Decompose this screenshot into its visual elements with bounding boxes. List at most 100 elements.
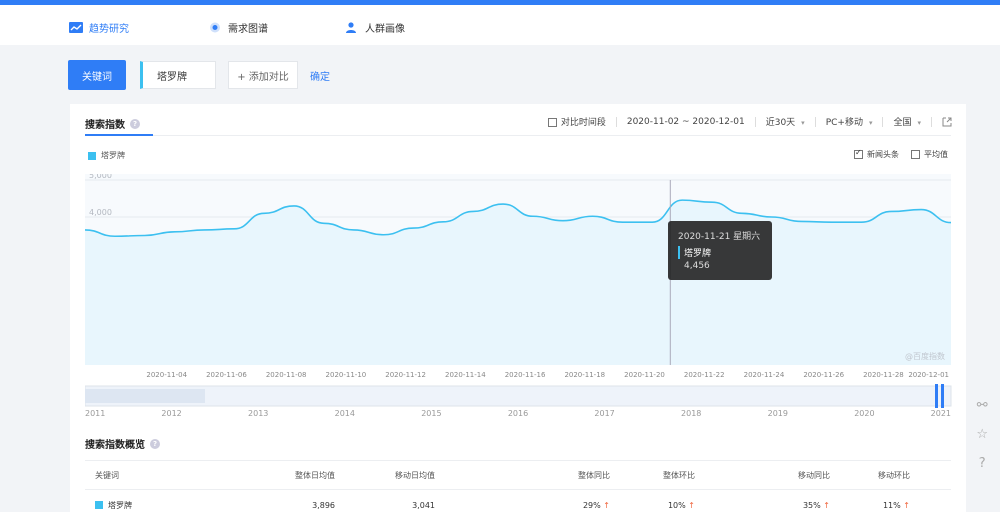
help-icon[interactable]: ?: [130, 118, 140, 129]
average-label: 平均值: [924, 150, 948, 159]
keyword-text: 塔罗牌: [108, 500, 132, 510]
keyword-input[interactable]: 塔罗牌: [140, 61, 216, 89]
x-tick-label: 2020-11-28: [863, 371, 904, 379]
search-bar: 关键词 塔罗牌 + 添加对比 确定: [68, 60, 330, 90]
keyword-cell: 塔罗牌: [85, 500, 275, 511]
search-index-panel: 搜索指数 ? 对比时间段 2020-11-02 ~ 2020-12-01 近30…: [70, 104, 966, 512]
star-icon[interactable]: ☆: [976, 427, 988, 442]
timeline-year-label: 2011: [85, 409, 105, 418]
x-tick-label: 2020-11-24: [744, 371, 785, 379]
mobile-mom-cell: 11% ↑: [830, 501, 910, 510]
tooltip-date: 2020-11-21 星期六: [678, 232, 761, 242]
region-value: 全国: [893, 118, 912, 128]
tooltip-value: 4,456: [684, 261, 710, 271]
add-compare-button[interactable]: + 添加对比: [228, 61, 298, 89]
export-icon[interactable]: [942, 117, 952, 127]
timeline-history: [85, 389, 205, 403]
chevron-down-icon: ▾: [868, 119, 873, 127]
x-tick-label: 2020-11-26: [803, 371, 844, 379]
header-cell: 整体日均值: [295, 470, 335, 480]
title-underline: [85, 134, 153, 136]
keyword-button[interactable]: 关键词: [68, 60, 126, 90]
device-value: PC+移动: [825, 118, 863, 128]
x-tick-label: 2020-12-01: [908, 371, 949, 379]
mobile-yoy-value: 35%: [802, 500, 821, 510]
overview-table: 关键词 整体日均值 移动日均值 整体同比 整体环比 移动同比 移动环比 塔罗牌 …: [85, 460, 951, 512]
nav-trend-research[interactable]: 趋势研究: [69, 20, 129, 35]
timeline-year-label: 2015: [421, 409, 441, 418]
header-cell: 移动日均值: [395, 470, 435, 480]
header-cell: 移动同比: [798, 470, 830, 480]
timeline-handle-right: [941, 384, 944, 408]
timeline-handle-left: [935, 384, 938, 408]
divider: [85, 135, 951, 136]
x-tick-label: 2020-11-06: [206, 371, 247, 379]
checkbox-checked-icon: [854, 148, 863, 159]
watermark: @百度指数: [905, 351, 945, 361]
x-tick-label: 2020-11-12: [385, 371, 426, 379]
question-icon[interactable]: ?: [976, 456, 988, 471]
compare-period-toggle[interactable]: 对比时间段: [547, 115, 606, 128]
y-tick-label: 4,000: [89, 208, 112, 217]
x-tick-label: 2020-11-08: [266, 371, 307, 379]
top-nav: 趋势研究 需求图谱 人群画像: [0, 5, 1000, 45]
news-label: 新闻头条: [867, 150, 899, 159]
x-tick-label: 2020-11-18: [564, 371, 605, 379]
timeline-year-label: 2014: [335, 409, 355, 418]
person-icon: [346, 22, 356, 33]
mobile-avg-cell: 3,041: [412, 500, 435, 510]
arrow-up-icon: ↑: [823, 500, 830, 510]
header-cell: 移动环比: [878, 470, 910, 480]
nav-crowd-label: 人群画像: [365, 24, 405, 35]
period-select[interactable]: 近30天 ▾: [766, 115, 805, 128]
timeline-year-label: 2019: [768, 409, 788, 418]
table-row: 塔罗牌 3,896 3,041 29% ↑ 10% ↑ 35% ↑ 11% ↑: [85, 490, 951, 512]
arrow-up-icon: ↑: [903, 500, 910, 510]
chevron-down-icon: ▾: [917, 119, 921, 127]
period-value: 近30天: [765, 118, 796, 128]
chart-tooltip: 2020-11-21 星期六 塔罗牌 4,456: [668, 221, 772, 280]
panel-title: 搜索指数 ?: [85, 116, 140, 131]
x-tick-label: 2020-11-04: [146, 371, 187, 379]
timeline-track: [85, 385, 952, 407]
search-index-chart[interactable]: 5,0004,0003,0002,0001,0002020-11-042020-…: [85, 174, 955, 479]
share-icon[interactable]: ⚯: [976, 398, 988, 413]
compare-period-label: 对比时间段: [560, 118, 606, 128]
overall-avg-cell: 3,896: [312, 500, 335, 510]
separator: [931, 116, 932, 127]
timeline-year-label: 2013: [248, 409, 268, 418]
region-select[interactable]: 全国 ▾: [893, 115, 921, 128]
overview-title-text: 搜索指数概览: [85, 440, 145, 451]
x-tick-label: 2020-11-14: [445, 371, 486, 379]
date-range-picker[interactable]: 2020-11-02 ~ 2020-12-01: [627, 117, 745, 127]
nav-crowd-portrait[interactable]: 人群画像: [345, 20, 405, 35]
x-tick-label: 2020-11-10: [326, 371, 367, 379]
timeline-year-label: 2020: [854, 409, 874, 418]
help-icon[interactable]: ?: [150, 438, 160, 449]
timeline-year-label: 2012: [161, 409, 181, 418]
overall-yoy-cell: 29% ↑: [435, 501, 610, 510]
chart-options: 新闻头条 平均值: [854, 148, 948, 160]
trend-icon: [69, 22, 83, 33]
side-toolbar: ⚯ ☆ ?: [976, 398, 988, 471]
chevron-down-icon: ▾: [801, 119, 805, 127]
x-tick-label: 2020-11-16: [505, 371, 546, 379]
header-cell: 关键词: [95, 470, 119, 480]
nav-trend-label: 趋势研究: [89, 24, 129, 35]
nav-demand-map[interactable]: 需求图谱: [208, 20, 268, 35]
timeline-year-label: 2018: [681, 409, 701, 418]
legend-label: 塔罗牌: [101, 151, 125, 160]
panel-title-text: 搜索指数: [85, 120, 125, 131]
average-toggle[interactable]: 平均值: [911, 149, 948, 160]
separator: [882, 116, 884, 127]
checkbox-icon: [911, 150, 920, 159]
arrow-up-icon: ↑: [603, 500, 610, 510]
overall-yoy-value: 29%: [582, 500, 601, 510]
device-select[interactable]: PC+移动 ▾: [826, 115, 873, 128]
news-toggle[interactable]: 新闻头条: [854, 148, 899, 160]
x-tick-label: 2020-11-20: [624, 371, 665, 379]
separator: [754, 116, 756, 127]
confirm-button[interactable]: 确定: [310, 68, 330, 83]
separator: [615, 116, 617, 127]
overall-mom-cell: 10% ↑: [610, 501, 695, 510]
